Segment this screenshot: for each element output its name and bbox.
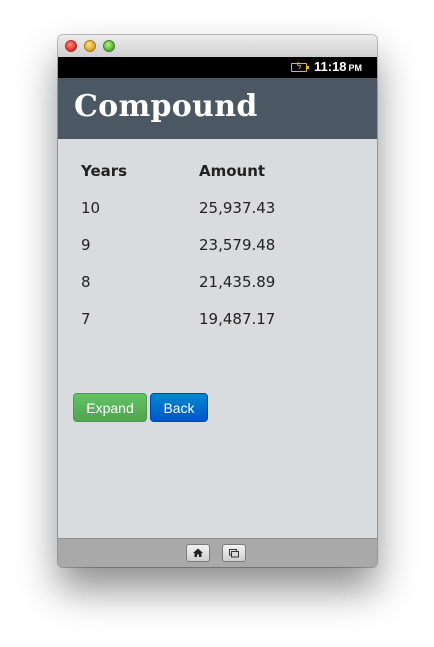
close-icon[interactable] — [65, 40, 77, 52]
home-icon — [193, 548, 203, 557]
table-row: 9 23,579.48 — [73, 226, 359, 263]
cell-amount: 23,579.48 — [199, 235, 276, 254]
cell-years: 7 — [81, 309, 91, 328]
cell-years: 8 — [81, 272, 91, 291]
main-content: Years Amount 10 25,937.43 9 23,579.48 8 … — [58, 139, 377, 538]
cell-years: 10 — [81, 198, 101, 217]
expand-button[interactable]: Expand — [73, 393, 147, 422]
home-button[interactable] — [186, 544, 210, 562]
table-row: 8 21,435.89 — [73, 263, 359, 300]
page-title: Compound — [74, 89, 258, 124]
cell-amount: 25,937.43 — [199, 198, 276, 217]
status-time: 11:18 PM — [314, 59, 362, 74]
minimize-icon[interactable] — [84, 40, 96, 52]
status-time-value: 11:18 — [314, 59, 347, 74]
column-header-years: Years — [81, 162, 128, 180]
recent-apps-button[interactable] — [222, 544, 246, 562]
status-time-ampm: PM — [348, 63, 363, 73]
table-header-row: Years Amount — [73, 153, 359, 189]
cell-years: 9 — [81, 235, 91, 254]
zoom-icon[interactable] — [103, 40, 115, 52]
device-nav-bar — [58, 538, 377, 567]
column-header-amount: Amount — [199, 162, 266, 180]
cell-amount: 21,435.89 — [199, 272, 276, 291]
status-bar: ϟ 11:18 PM — [58, 57, 377, 78]
recent-apps-icon — [229, 549, 239, 558]
table-row: 10 25,937.43 — [73, 189, 359, 226]
battery-charging-icon: ϟ — [291, 62, 309, 72]
table-row: 7 19,487.17 — [73, 300, 359, 337]
window-titlebar[interactable] — [58, 35, 377, 58]
compound-table: Years Amount 10 25,937.43 9 23,579.48 8 … — [73, 153, 359, 337]
app-header: Compound — [58, 78, 377, 139]
back-button[interactable]: Back — [150, 393, 208, 422]
emulator-window: ϟ 11:18 PM Compound Years Amount 10 25,93… — [58, 35, 377, 567]
cell-amount: 19,487.17 — [199, 309, 276, 328]
